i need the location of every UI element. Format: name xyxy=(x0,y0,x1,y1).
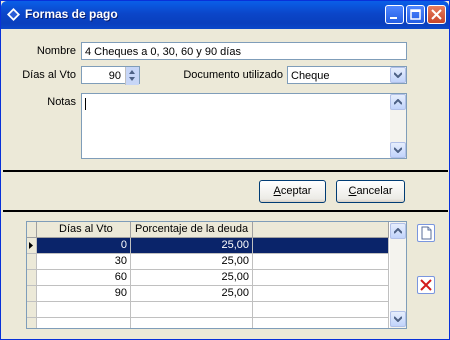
app-icon xyxy=(7,8,20,21)
grid-scroll-down-button[interactable] xyxy=(390,311,406,327)
chevron-down-icon xyxy=(394,147,402,153)
chevron-down-icon xyxy=(394,72,402,78)
add-row-button[interactable] xyxy=(417,224,435,242)
nombre-label: Nombre xyxy=(36,45,76,57)
chevron-down-icon xyxy=(394,316,402,322)
dias-spinner[interactable] xyxy=(125,67,139,85)
table-row-cell-empty[interactable] xyxy=(131,302,253,318)
documento-dropdown-button[interactable] xyxy=(390,67,406,83)
close-button[interactable] xyxy=(427,5,446,24)
table-row-cell-pct[interactable]: 25,00 xyxy=(131,286,253,302)
table-row-cell-empty[interactable] xyxy=(253,270,389,286)
notas-label: Notas xyxy=(47,96,76,108)
documento-label: Documento utilizado xyxy=(183,69,283,81)
table-row-cell-empty[interactable] xyxy=(253,238,389,254)
close-icon xyxy=(431,9,442,20)
title-bar[interactable]: Formas de pago xyxy=(1,1,449,29)
window-title: Formas de pago xyxy=(25,7,118,21)
delete-x-icon xyxy=(420,279,432,291)
table-row-cell-empty[interactable] xyxy=(37,302,131,318)
nombre-value: 4 Cheques a 0, 30, 60 y 90 días xyxy=(85,46,241,58)
documento-value: Cheque xyxy=(291,70,330,82)
cancelar-button[interactable]: Cancelar xyxy=(336,180,405,203)
row-header[interactable] xyxy=(27,302,37,318)
column-header-porcentaje[interactable]: Porcentaje de la deuda xyxy=(131,222,253,238)
scroll-down-button[interactable] xyxy=(390,142,406,158)
dias-vto-stepper[interactable]: 90 xyxy=(81,66,140,85)
row-header[interactable] xyxy=(27,318,37,328)
row-header-corner xyxy=(27,222,37,238)
documento-select[interactable]: Cheque xyxy=(287,66,407,84)
payment-methods-window: Formas de pago Nombre 4 Cheques a 0, 30,… xyxy=(0,0,450,340)
aceptar-label: ceptar xyxy=(280,185,312,197)
chevron-up-icon xyxy=(394,99,402,105)
minimize-icon xyxy=(390,17,397,19)
current-row-arrow-icon xyxy=(29,242,33,249)
table-row-cell-empty[interactable] xyxy=(253,302,389,318)
table-row-cell-empty[interactable] xyxy=(253,286,389,302)
row-indicator[interactable] xyxy=(27,238,37,254)
separator-bottom xyxy=(3,210,448,212)
grid-scrollbar[interactable] xyxy=(390,222,406,328)
row-header[interactable] xyxy=(27,286,37,302)
maximize-button[interactable] xyxy=(406,5,425,24)
table-row-cell-empty[interactable] xyxy=(131,318,253,328)
table-row-cell-empty[interactable] xyxy=(37,318,131,328)
row-header[interactable] xyxy=(27,254,37,270)
scroll-up-button[interactable] xyxy=(390,94,406,110)
text-cursor xyxy=(85,98,86,110)
table-row-cell-dias[interactable]: 90 xyxy=(37,286,131,302)
column-header-empty xyxy=(253,222,389,238)
separator-top xyxy=(3,170,448,172)
table-row-cell-dias[interactable]: 60 xyxy=(37,270,131,286)
dias-value: 90 xyxy=(108,70,121,82)
notas-textarea[interactable] xyxy=(81,93,407,159)
aceptar-mnemonic: A xyxy=(273,185,281,197)
table-row-cell-empty[interactable] xyxy=(253,254,389,270)
table-row-cell-dias[interactable]: 30 xyxy=(37,254,131,270)
delete-row-button[interactable] xyxy=(417,276,435,294)
nombre-input[interactable]: 4 Cheques a 0, 30, 60 y 90 días xyxy=(81,42,407,60)
table-row-cell-pct[interactable]: 25,00 xyxy=(131,238,253,254)
table-row-cell-empty[interactable] xyxy=(253,318,389,328)
installments-grid[interactable]: Días al Vto Porcentaje de la deuda 0 25,… xyxy=(26,221,407,329)
table-row-cell-pct[interactable]: 25,00 xyxy=(131,254,253,270)
cancelar-label: ancelar xyxy=(356,185,393,197)
spinner-arrows-icon xyxy=(129,70,135,81)
dias-label: Días al Vto xyxy=(22,69,76,81)
row-header[interactable] xyxy=(27,270,37,286)
aceptar-button[interactable]: Aceptar xyxy=(259,180,326,203)
notas-scrollbar[interactable] xyxy=(390,94,406,158)
table-row-cell-dias[interactable]: 0 xyxy=(37,238,131,254)
column-header-dias[interactable]: Días al Vto xyxy=(37,222,131,238)
grid-scroll-up-button[interactable] xyxy=(390,223,406,239)
table-row-cell-pct[interactable]: 25,00 xyxy=(131,270,253,286)
chevron-up-icon xyxy=(394,228,402,234)
new-document-icon xyxy=(421,226,432,240)
maximize-icon xyxy=(410,9,421,20)
minimize-button[interactable] xyxy=(385,5,404,24)
